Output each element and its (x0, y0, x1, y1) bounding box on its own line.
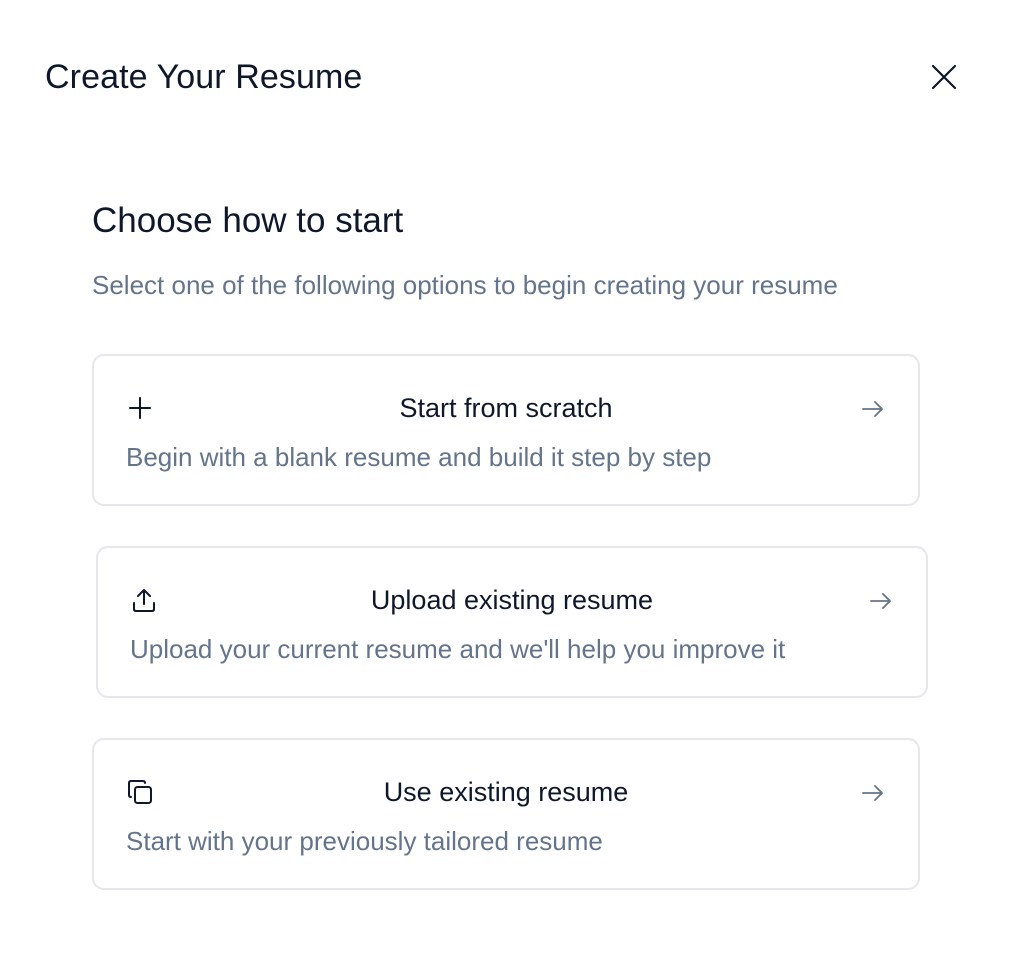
option-use-existing-resume[interactable]: Use existing resume Start with your prev… (92, 738, 920, 890)
option-description: Start with your previously tailored resu… (126, 826, 603, 856)
section-subheading: Select one of the following options to b… (92, 270, 838, 300)
option-title: Upload existing resume (370, 585, 654, 615)
arrow-right-icon (860, 396, 886, 422)
option-description: Begin with a blank resume and build it s… (126, 442, 712, 472)
dialog-title: Create Your Resume (45, 58, 363, 96)
option-description: Upload your current resume and we'll hel… (130, 634, 786, 664)
arrow-right-icon (860, 780, 886, 806)
option-upload-existing-resume[interactable]: Upload existing resume Upload your curre… (96, 546, 928, 698)
option-start-from-scratch[interactable]: Start from scratch Begin with a blank re… (92, 354, 920, 506)
section-heading: Choose how to start (92, 201, 404, 240)
option-title: Use existing resume (383, 777, 629, 807)
option-title: Start from scratch (399, 393, 613, 423)
arrow-right-icon (868, 588, 894, 614)
create-resume-dialog: Create Your Resume Choose how to start S… (0, 0, 1016, 980)
close-icon (930, 63, 958, 94)
close-button[interactable] (920, 54, 968, 102)
